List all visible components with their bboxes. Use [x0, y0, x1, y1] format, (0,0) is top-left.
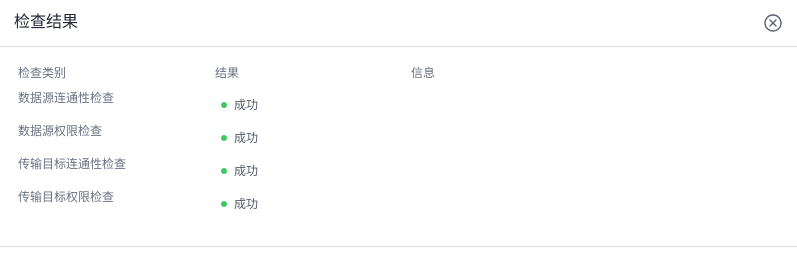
check-category: 传输目标连通性检查 [18, 157, 127, 171]
close-circle-icon [764, 14, 782, 32]
check-category: 数据源连通性检查 [18, 91, 115, 105]
table-header-row: 检查类别 结果 信息 [18, 62, 778, 86]
column-header-result: 结果 [215, 66, 240, 80]
result-text: 成功 [234, 164, 259, 178]
dialog-title: 检查结果 [14, 12, 79, 31]
dialog-header: 检查结果 [0, 0, 797, 47]
close-button[interactable] [763, 13, 783, 33]
success-status-dot-icon [221, 101, 227, 108]
check-result: 成功 [221, 130, 258, 146]
check-result: 成功 [221, 163, 258, 179]
footer-divider [0, 246, 797, 247]
success-status-dot-icon [221, 167, 227, 174]
table-row: 传输目标权限检查 成功 [18, 185, 778, 218]
check-results-table: 检查类别 结果 信息 数据源连通性检查 成功 数据源权限检查 成功 传输目标连通… [18, 62, 778, 218]
check-category: 数据源权限检查 [18, 124, 103, 138]
table-row: 传输目标连通性检查 成功 [18, 152, 778, 185]
check-category: 传输目标权限检查 [18, 190, 115, 204]
column-header-info: 信息 [411, 66, 436, 80]
table-row: 数据源连通性检查 成功 [18, 86, 778, 119]
result-text: 成功 [234, 197, 259, 211]
success-status-dot-icon [221, 200, 227, 207]
check-result-dialog: 检查结果 检查类别 结果 信息 数据源连通性检查 成功 数据源权限检查 成功 传… [0, 0, 797, 253]
check-result: 成功 [221, 97, 258, 113]
column-header-category: 检查类别 [18, 66, 67, 80]
result-text: 成功 [234, 131, 259, 145]
table-row: 数据源权限检查 成功 [18, 119, 778, 152]
result-text: 成功 [234, 98, 259, 112]
check-result: 成功 [221, 196, 258, 212]
success-status-dot-icon [221, 134, 227, 141]
